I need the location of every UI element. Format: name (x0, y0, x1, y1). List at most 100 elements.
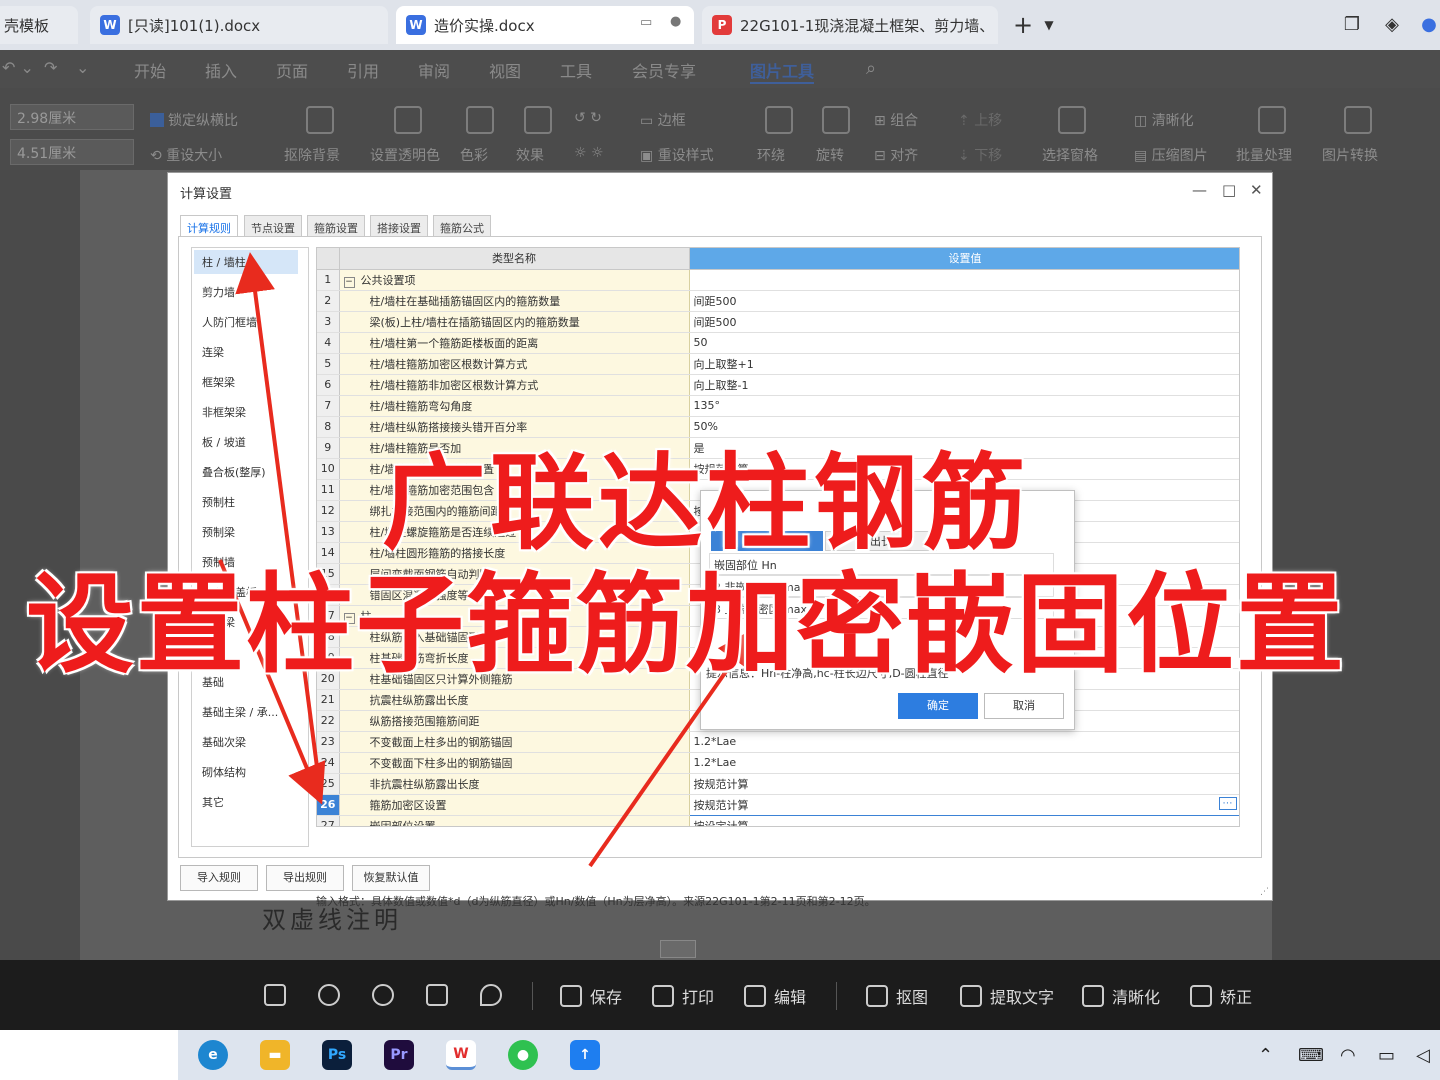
resize-grip-icon[interactable]: ⋰ (1260, 887, 1269, 897)
tab-pdf[interactable]: P 22G101-1现浇混凝土框架、剪力墙、 (702, 6, 998, 44)
table-row[interactable]: 26 箍筋加密区设置 按规范计算 ⋯ (317, 793, 1239, 816)
table-row[interactable]: 27 嵌固部位设置 按设定计算 (317, 815, 1239, 826)
color-button[interactable]: 色彩 (460, 145, 488, 165)
zoom-out-icon[interactable] (372, 984, 402, 1006)
wps-icon[interactable]: W (446, 1040, 476, 1070)
location-icon[interactable] (480, 984, 510, 1006)
more-options-button[interactable]: ⋯ (1218, 796, 1237, 810)
category-item[interactable]: 基础主梁 / 承... (202, 704, 278, 720)
menu-picture-tools[interactable]: 图片工具 (750, 58, 815, 84)
convert-button[interactable]: 图片转换 (1322, 145, 1378, 165)
batch-button[interactable]: 批量处理 (1236, 145, 1292, 165)
keyboard-icon[interactable]: ⌨ (1298, 1045, 1324, 1066)
setting-value[interactable]: 135° (689, 395, 1239, 417)
category-item[interactable]: 叠合板(整厚) (202, 464, 266, 480)
category-item[interactable]: 剪力墙 (202, 284, 235, 300)
app-icon[interactable]: ↑ (570, 1040, 600, 1070)
border-button[interactable]: ▭ 边框 (640, 110, 686, 130)
zoom-in-icon[interactable] (318, 984, 348, 1006)
table-row[interactable]: 25 非抗震柱纵筋露出长度 按规范计算 (317, 773, 1239, 795)
menu-page[interactable]: 页面 (276, 58, 308, 82)
set-transparent-button[interactable]: 设置透明色 (370, 145, 440, 165)
category-item[interactable]: 砌体结构 (202, 764, 246, 780)
premiere-icon[interactable]: Pr (384, 1040, 414, 1070)
tab-cost-docx[interactable]: W 造价实操.docx ▭ ● (396, 6, 694, 44)
fit-screen-icon[interactable] (264, 984, 294, 1006)
setting-value[interactable]: 按规范计算 ⋯ (688, 793, 1239, 816)
lock-ratio-checkbox[interactable]: 锁定纵横比 (150, 110, 238, 130)
extract-text-button[interactable]: 提取文字 (960, 984, 1054, 1008)
table-row[interactable]: 2 柱/墙柱在基础插筋锚固区内的箍筋数量 间距500 (317, 290, 1239, 312)
wifi-icon[interactable]: ◠ (1340, 1045, 1356, 1066)
wrap-button[interactable]: 环绕 (757, 145, 785, 165)
minimize-icon[interactable]: — (1192, 181, 1207, 199)
menu-review[interactable]: 审阅 (418, 58, 450, 82)
matting-button[interactable]: 抠图 (866, 984, 928, 1008)
width-input[interactable]: 2.98厘米 (10, 104, 134, 130)
category-item[interactable]: 连梁 (202, 344, 224, 360)
table-row[interactable]: 6 柱/墙柱箍筋非加密区根数计算方式 向上取整-1 (317, 374, 1239, 396)
table-row[interactable]: 7 柱/墙柱箍筋弯勾角度 135° (317, 395, 1239, 417)
search-icon[interactable]: ⌕ (866, 58, 876, 79)
tab-calc-rules[interactable]: 计算规则 (180, 215, 238, 237)
menu-reference[interactable]: 引用 (347, 58, 379, 82)
setting-value[interactable] (689, 269, 1239, 291)
window-icon[interactable]: ❐ (1341, 14, 1363, 36)
brightness-icon[interactable]: ☼ ☼ (574, 145, 604, 161)
setting-value[interactable]: 向上取整+1 (689, 353, 1239, 375)
edit-button[interactable]: 编辑 (744, 984, 806, 1008)
category-item[interactable]: 人防门框墙 (202, 314, 257, 330)
restore-defaults-button[interactable]: 恢复默认值 (352, 865, 430, 891)
ok-button[interactable]: 确定 (898, 693, 978, 719)
height-input[interactable]: 4.51厘米 (10, 139, 134, 165)
clarify-button[interactable]: 清晰化 (1082, 984, 1160, 1008)
tab-stirrup-settings[interactable]: 箍筋设置 (307, 215, 365, 237)
maximize-icon[interactable]: □ (1222, 181, 1236, 199)
cancel-button[interactable]: 取消 (984, 693, 1064, 719)
wechat-icon[interactable]: ● (508, 1040, 538, 1070)
chevron-up-icon[interactable]: ⌃ (1258, 1045, 1273, 1066)
tab-lap-settings[interactable]: 搭接设置 (370, 215, 428, 237)
new-tab-icon[interactable]: + (1012, 13, 1034, 37)
table-row[interactable]: 4 柱/墙柱第一个箍筋距楼板面的距离 50 (317, 332, 1239, 354)
reset-size-button[interactable]: ⟲ 重设大小 (150, 145, 222, 165)
tab-template[interactable]: 壳模板 (0, 6, 78, 44)
correct-button[interactable]: 矫正 (1190, 984, 1252, 1008)
table-row[interactable]: 24 不变截面下柱多出的钢筋锚固 1.2*Lae (317, 752, 1239, 774)
setting-value[interactable]: 50 (689, 332, 1239, 354)
category-item[interactable]: 其它 (202, 794, 224, 810)
category-item[interactable]: 板 / 坡道 (202, 434, 246, 450)
cube-icon[interactable]: ◈ (1381, 14, 1403, 36)
menu-view[interactable]: 视图 (489, 58, 521, 82)
battery-icon[interactable]: ▭ (1378, 1045, 1395, 1066)
setting-value[interactable]: 间距500 (689, 290, 1239, 312)
monitor-icon[interactable]: ▭ (640, 15, 652, 30)
setting-value[interactable]: 向上取整-1 (689, 374, 1239, 396)
photoshop-icon[interactable]: Ps (322, 1040, 352, 1070)
volume-icon[interactable]: ◁ (1416, 1045, 1430, 1066)
print-button[interactable]: 打印 (652, 984, 714, 1008)
setting-value[interactable]: 按设定计算 (689, 815, 1239, 826)
rotate-button[interactable]: 旋转 (816, 145, 844, 165)
export-rules-button[interactable]: 导出规则 (266, 865, 344, 891)
close-icon[interactable]: ✕ (1250, 181, 1263, 199)
menu-home[interactable]: 开始 (134, 58, 166, 82)
menu-insert[interactable]: 插入 (205, 58, 237, 82)
table-row[interactable]: 3 梁(板)上柱/墙柱在插筋锚固区内的箍筋数量 间距500 (317, 311, 1239, 333)
remove-bg-button[interactable]: 抠除背景 (284, 145, 340, 165)
reset-style-button[interactable]: ▣ 重设样式 (640, 145, 714, 165)
rotate-left-icon[interactable]: ↺ ↻ (574, 110, 602, 126)
tab-stirrup-formula[interactable]: 箍筋公式 (433, 215, 491, 237)
setting-value[interactable]: 1.2*Lae (689, 731, 1239, 753)
chevron-down-icon[interactable]: ⌄ (76, 58, 89, 77)
save-button[interactable]: 保存 (560, 984, 622, 1008)
category-item[interactable]: 柱 / 墙柱 (194, 250, 298, 274)
dot-icon[interactable]: ● (670, 14, 681, 29)
collapse-icon[interactable]: − (343, 276, 355, 288)
redo-icon[interactable]: ↷ (44, 58, 57, 77)
align-button[interactable]: ⊟ 对齐 (874, 145, 918, 165)
chevron-down-icon[interactable]: ▼ (1038, 14, 1060, 36)
tab-readonly-docx[interactable]: W [只读]101(1).docx (90, 6, 388, 44)
compress-button[interactable]: ▤ 压缩图片 (1134, 145, 1208, 165)
clarify-ribbon-button[interactable]: ◫ 清晰化 (1134, 110, 1194, 130)
